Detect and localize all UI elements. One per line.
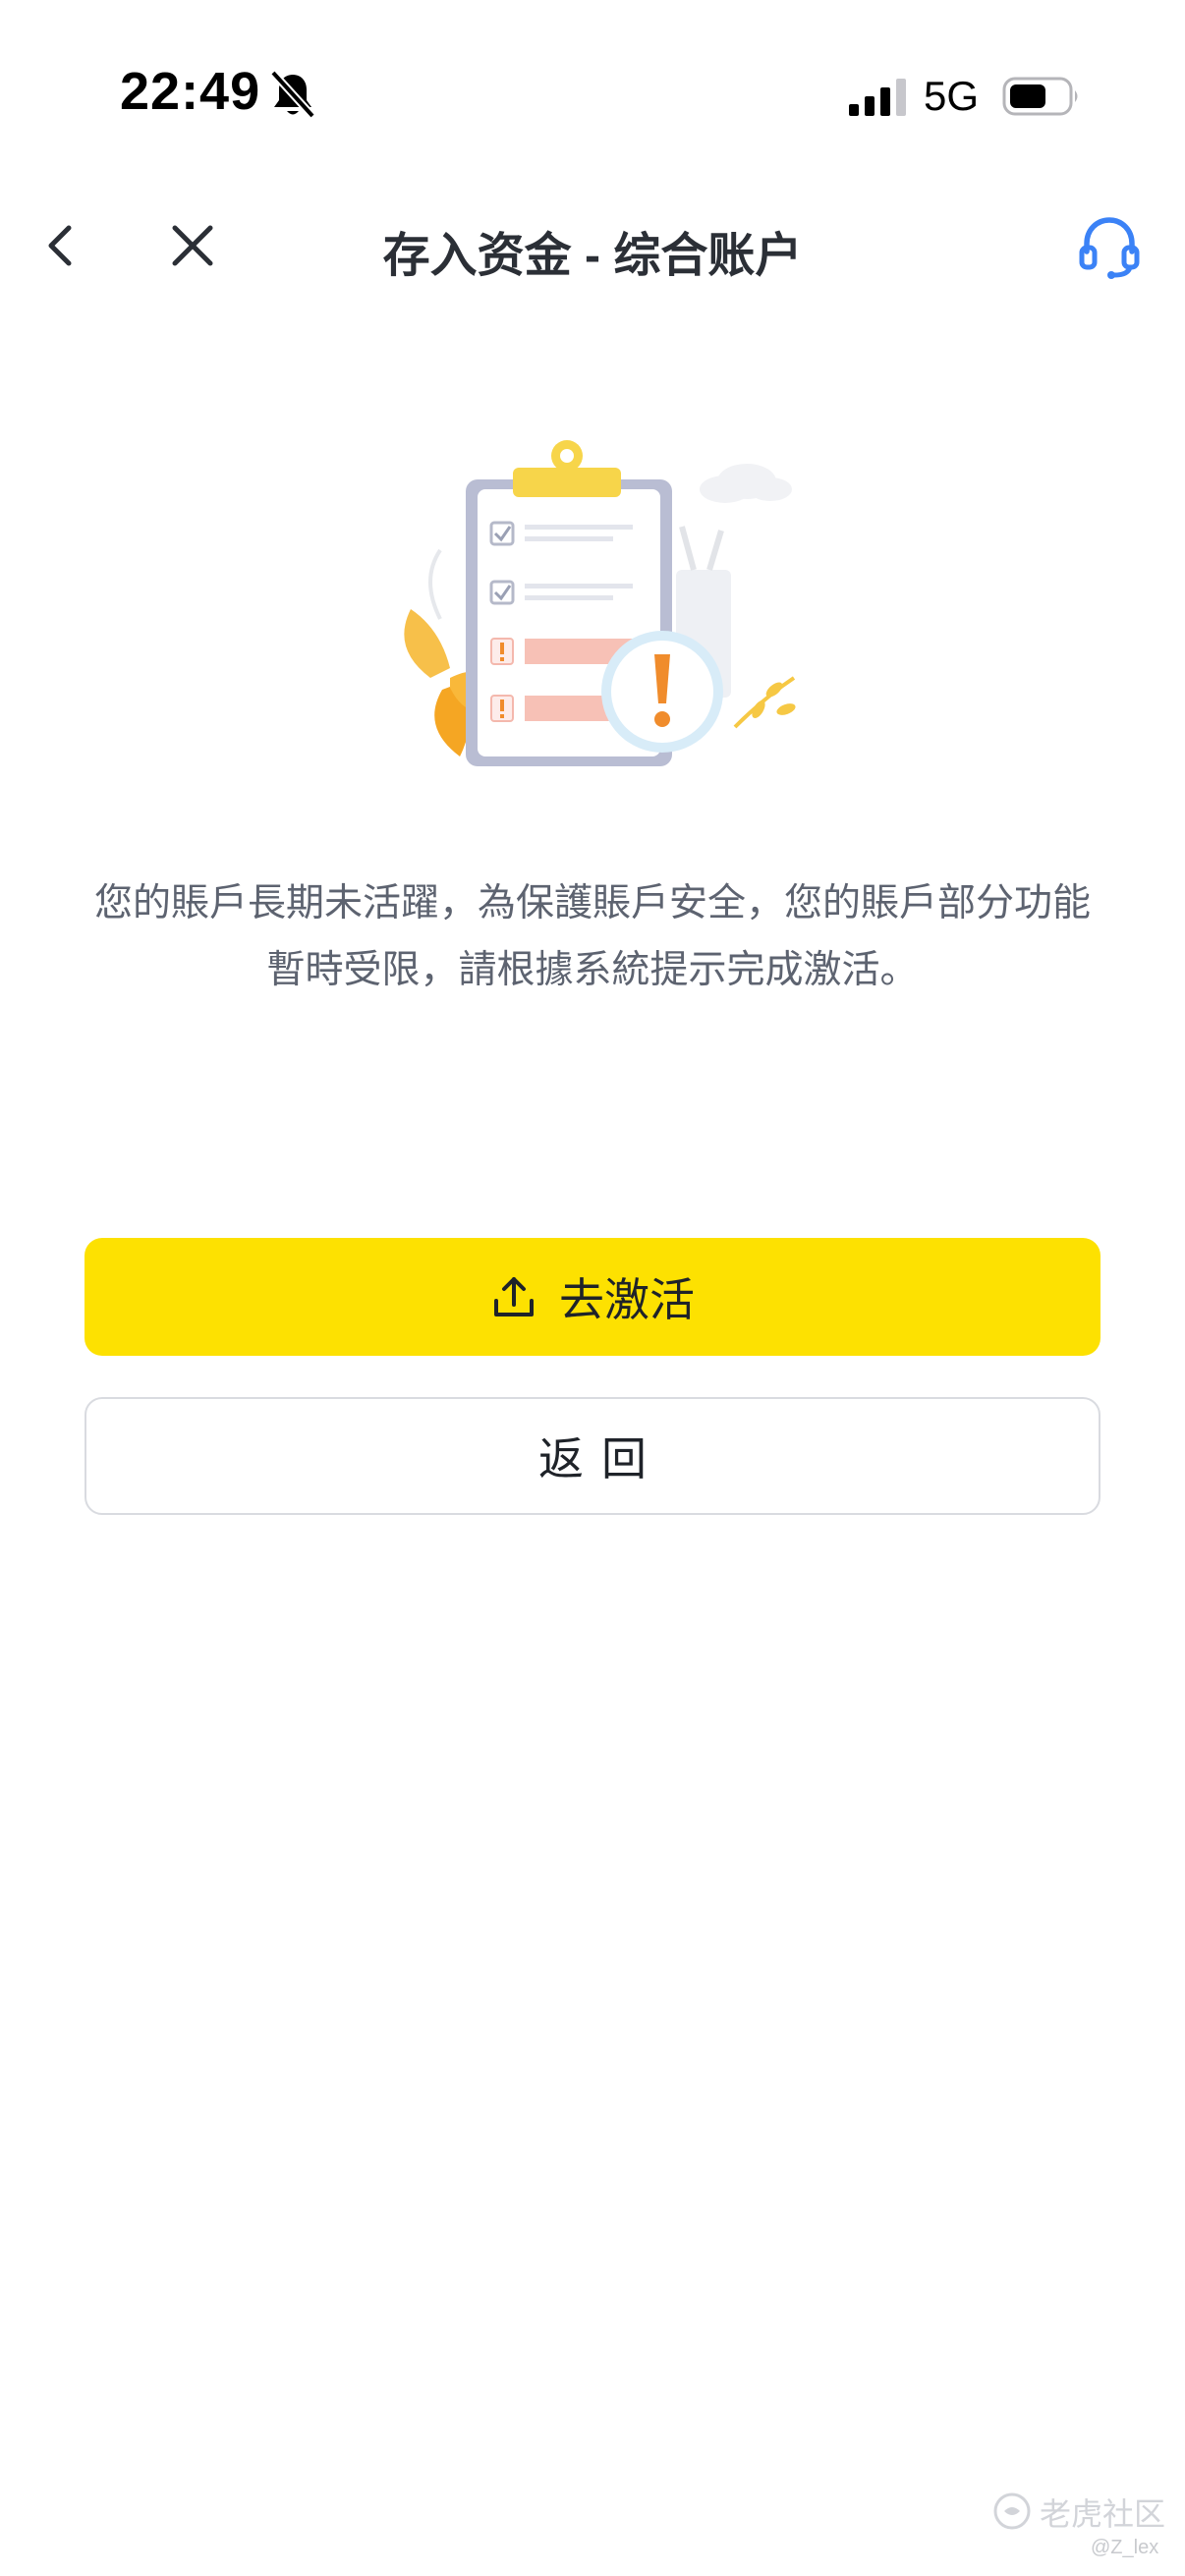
return-button-label: 返回	[538, 1432, 664, 1485]
message-line-1: 您的賬戶長期未活躍，為保護賬戶安全，您的賬戶部分功能	[93, 881, 1091, 925]
tiger-logo-icon	[993, 2492, 1031, 2530]
nav-bar: 存入资金 - 综合账户	[0, 196, 1185, 299]
status-time: 22:49	[120, 62, 261, 121]
battery-icon	[1002, 77, 1078, 116]
inactive-account-message: 您的賬戶長期未活躍，為保護賬戶安全，您的賬戶部分功能 暫時受限，請根據系統提示完…	[39, 870, 1146, 1004]
message-line-2: 暫時受限，請根據系統提示完成激活。	[266, 948, 919, 992]
network-label: 5G	[924, 73, 980, 119]
watermark-brand: 老虎社区	[1040, 2495, 1166, 2533]
watermark-user: @Z_lex	[1091, 2537, 1159, 2558]
signal-icon	[849, 79, 906, 116]
clipboard-warning-illustration	[404, 440, 796, 766]
upload-icon	[494, 1277, 534, 1316]
muted-bell-icon	[270, 70, 315, 119]
headset-icon[interactable]	[1075, 212, 1144, 281]
activate-button-label: 去激活	[559, 1273, 695, 1326]
return-button[interactable]: 返回	[85, 1397, 1100, 1515]
page-title: 存入资金 - 综合账户	[382, 230, 803, 282]
activate-button[interactable]: 去激活	[85, 1238, 1100, 1356]
status-bar: 22:49 5G	[0, 0, 1185, 187]
watermark: 老虎社区 @Z_lex	[992, 2484, 1179, 2562]
